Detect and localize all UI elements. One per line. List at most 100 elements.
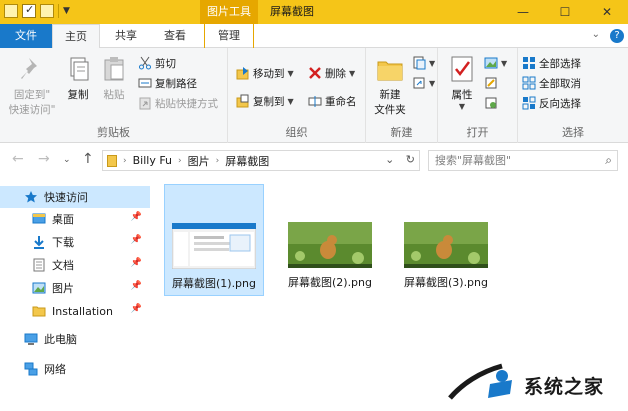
download-icon <box>32 235 46 249</box>
properties-label: 属性 <box>451 89 473 101</box>
nav-item-label: Installation <box>52 304 113 318</box>
copy-icon <box>63 54 93 84</box>
pin-quick-access-button[interactable]: 固定到" 快速访问" <box>4 52 60 117</box>
screenshot-thumbnail <box>172 223 256 269</box>
history-button[interactable] <box>484 94 498 112</box>
pin-label-line1: 固定到" <box>13 89 51 101</box>
search-icon[interactable]: ⌕ <box>605 151 612 170</box>
pin-icon[interactable]: 📌 <box>131 212 142 222</box>
file-item[interactable]: 屏幕截图(3).png <box>396 184 496 296</box>
open-with-button[interactable]: ▼ <box>484 54 507 72</box>
nav-item-documents[interactable]: 文档 📌 <box>0 254 150 276</box>
pin-icon[interactable]: 📌 <box>131 304 142 314</box>
up-arrow-icon[interactable]: ↑ <box>82 151 94 167</box>
forward-arrow-icon[interactable]: → <box>38 151 50 167</box>
breadcrumb-billy-fu[interactable]: Billy Fu <box>133 154 172 167</box>
computer-icon <box>24 332 38 346</box>
new-folder-icon[interactable] <box>40 4 54 18</box>
nav-item-installation[interactable]: Installation 📌 <box>0 300 150 322</box>
easy-access-button[interactable]: ▼ <box>412 74 435 92</box>
move-to-label: 移动到 <box>253 67 285 80</box>
file-item[interactable]: 屏幕截图(2).png <box>280 184 380 296</box>
chevron-down-icon[interactable]: ⌄ <box>592 29 600 43</box>
minimize-button[interactable]: — <box>502 0 544 24</box>
edit-button[interactable] <box>484 74 498 92</box>
pin-icon[interactable]: 📌 <box>131 235 142 245</box>
context-tab-picture-tools: 图片工具 <box>200 0 258 24</box>
chevron-down-icon[interactable]: ⌄ <box>385 153 394 166</box>
chevron-down-icon: ▼ <box>501 58 508 68</box>
maximize-button[interactable]: ☐ <box>544 0 586 24</box>
nav-item-downloads[interactable]: 下载 📌 <box>0 231 150 253</box>
rename-button[interactable]: 重命名 <box>308 92 357 110</box>
refresh-icon[interactable]: ↻ <box>406 153 415 166</box>
nav-network[interactable]: 网络 <box>0 358 150 380</box>
breadcrumb-screenshots[interactable]: 屏幕截图 <box>225 153 269 169</box>
nav-item-label: 文档 <box>52 259 74 272</box>
new-folder-label-line1: 新建 <box>379 89 401 101</box>
tab-file[interactable]: 文件 <box>0 24 52 48</box>
network-icon <box>24 362 38 376</box>
copy-path-button[interactable]: 复制路径 <box>138 74 197 92</box>
paste-shortcut-button[interactable]: 粘贴快捷方式 <box>138 94 218 112</box>
help-icon[interactable]: ? <box>610 29 624 43</box>
cut-label: 剪切 <box>155 57 176 70</box>
group-open: 属性 ▼ ▼ 打开 <box>438 48 518 143</box>
desktop-icon <box>32 212 46 226</box>
nav-quick-access-label: 快速访问 <box>44 191 88 204</box>
delete-label: 删除 <box>325 67 346 80</box>
nav-quick-access[interactable]: 快速访问 <box>0 186 150 208</box>
chevron-down-icon: ▼ <box>349 68 356 78</box>
checkbox-icon[interactable] <box>22 3 36 18</box>
copy-to-button[interactable]: 复制到 ▼ <box>236 92 294 110</box>
navigation-pane: 快速访问 桌面 📌 下载 📌 文档 📌 图片 📌 Installation 📌 <box>0 176 152 411</box>
select-all-button[interactable]: 全部选择 <box>522 54 581 72</box>
document-icon <box>32 258 46 272</box>
tab-manage[interactable]: 管理 <box>204 24 254 48</box>
address-bar[interactable]: › Billy Fu › 图片 › 屏幕截图 ⌄ ↻ <box>102 150 420 171</box>
new-item-button[interactable]: ▼ <box>412 54 435 72</box>
breadcrumb-separator: › <box>215 155 220 166</box>
copy-path-label: 复制路径 <box>155 77 197 90</box>
cut-button[interactable]: 剪切 <box>138 54 176 72</box>
paste-button[interactable]: 粘贴 <box>98 52 130 102</box>
invert-selection-label: 反向选择 <box>539 97 581 110</box>
select-all-label: 全部选择 <box>539 57 581 70</box>
folder-icon[interactable] <box>4 4 18 18</box>
select-none-button[interactable]: 全部取消 <box>522 74 581 92</box>
close-button[interactable]: ✕ <box>586 0 628 24</box>
properties-button[interactable]: 属性 ▼ <box>444 52 480 111</box>
invert-selection-button[interactable]: 反向选择 <box>522 94 581 112</box>
picture-icon <box>32 281 46 295</box>
tab-view[interactable]: 查看 <box>152 24 198 48</box>
customize-toolbar-icon[interactable]: ▼ <box>63 6 70 16</box>
group-label-organize: 组织 <box>285 126 308 139</box>
file-name: 屏幕截图(3).png <box>403 276 488 289</box>
new-folder-button[interactable]: 新建 文件夹 <box>368 52 412 117</box>
search-input[interactable]: 搜索"屏幕截图" ⌕ <box>428 150 618 171</box>
move-to-button[interactable]: 移动到 ▼ <box>236 64 294 82</box>
star-icon <box>24 190 38 204</box>
tab-home[interactable]: 主页 <box>52 24 100 49</box>
breadcrumb-pictures[interactable]: 图片 <box>188 153 210 169</box>
group-clipboard: 固定到" 快速访问" 复制 粘贴 剪切 复制路径 粘贴快捷方式 剪贴板 <box>0 48 228 143</box>
file-item[interactable]: 屏幕截图(1).png <box>164 184 264 296</box>
chevron-down-icon: ▼ <box>287 96 294 106</box>
folder-icon <box>107 154 117 167</box>
new-folder-icon <box>375 54 405 84</box>
nav-item-pictures[interactable]: 图片 📌 <box>0 277 150 299</box>
group-organize: 移动到 ▼ 复制到 ▼ 删除 ▼ 重命名 组织 <box>228 48 366 143</box>
pin-icon[interactable]: 📌 <box>131 258 142 268</box>
chevron-down-icon: ▼ <box>458 102 466 111</box>
tab-share[interactable]: 共享 <box>104 24 148 48</box>
watermark: 系统之家 <box>432 354 628 411</box>
recent-locations-icon[interactable]: ⌄ <box>63 155 71 165</box>
nav-item-desktop[interactable]: 桌面 📌 <box>0 208 150 230</box>
back-arrow-icon[interactable]: ← <box>12 151 24 167</box>
file-name: 屏幕截图(2).png <box>287 276 372 289</box>
delete-button[interactable]: 删除 ▼ <box>308 64 355 82</box>
copy-button[interactable]: 复制 <box>62 52 94 102</box>
nav-this-pc[interactable]: 此电脑 <box>0 328 150 350</box>
pin-icon[interactable]: 📌 <box>131 281 142 291</box>
paste-shortcut-icon <box>138 96 152 110</box>
